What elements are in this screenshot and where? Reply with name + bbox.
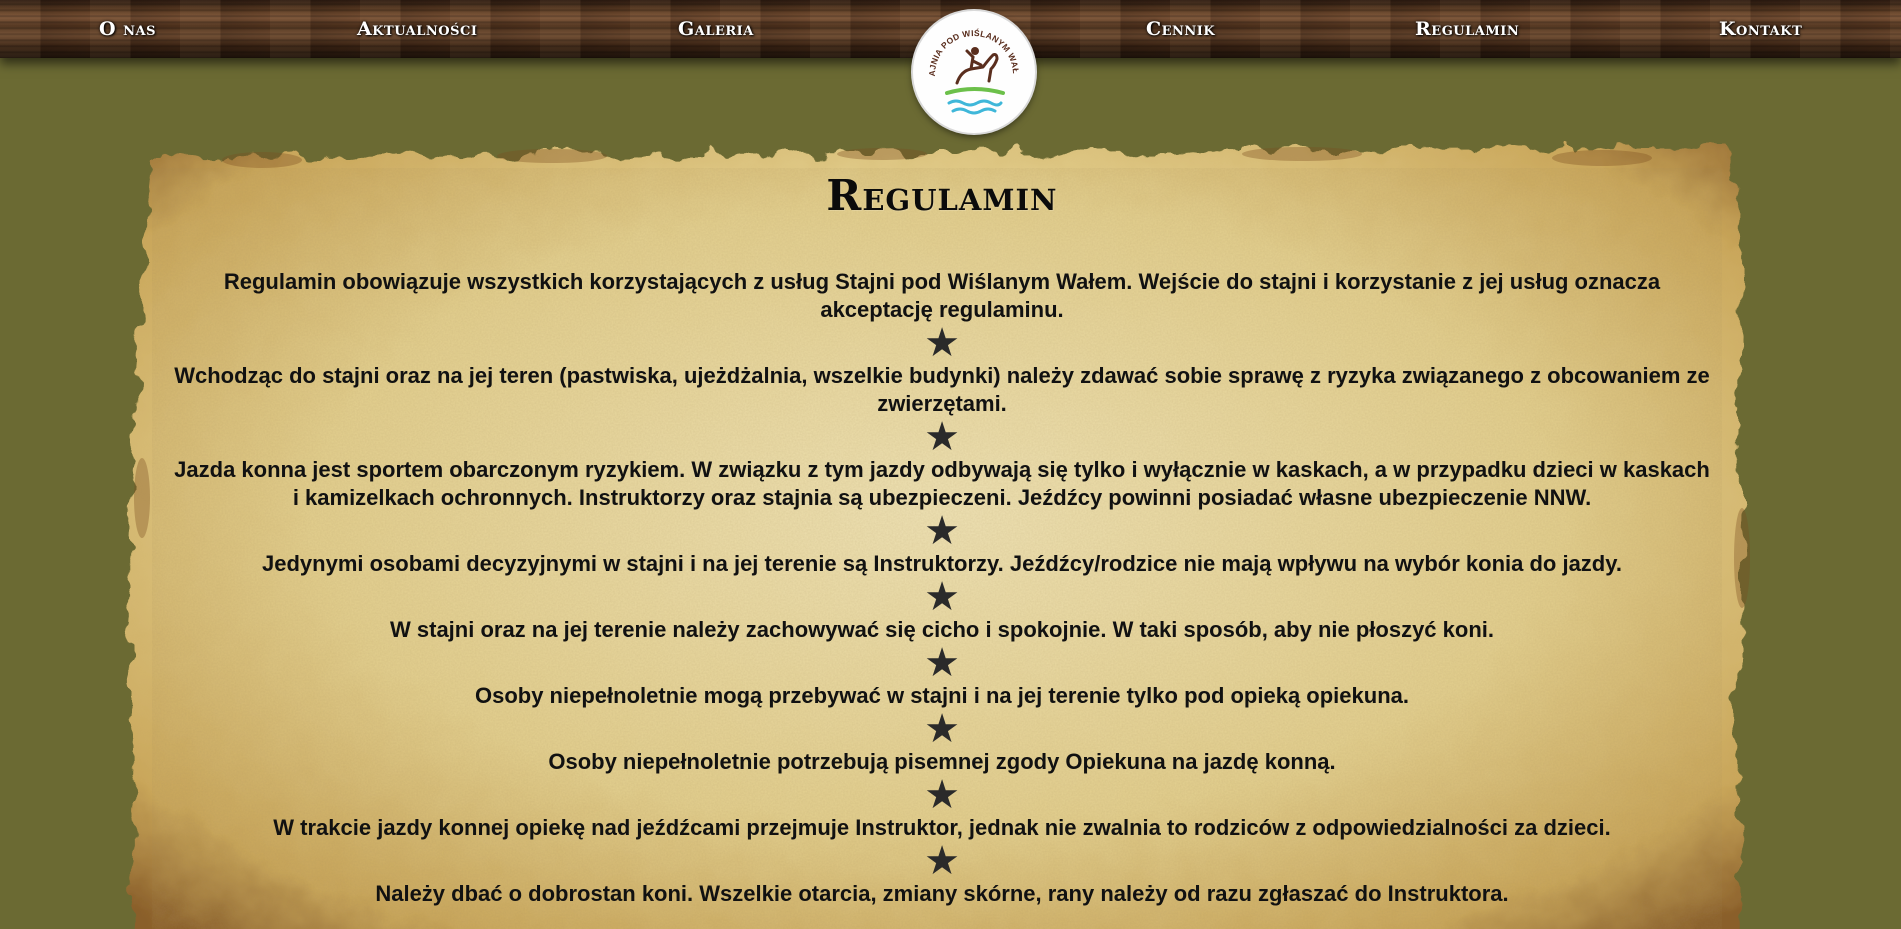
nav-link-galeria[interactable]: Galeria [678,18,754,40]
star-icon: ★ [924,640,960,686]
star-icon: ★ [924,838,960,884]
rules-list: Regulamin obowiązuje wszystkich korzysta… [162,268,1722,908]
nav-link-o-nas[interactable]: O nas [99,18,156,40]
star-icon: ★ [924,508,960,554]
rule-item: Regulamin obowiązuje wszystkich korzysta… [223,269,1661,322]
rule-item: Należy dbać o dobrostan koni. Wszelkie o… [375,881,1509,906]
rule-item: Jazda konna jest sportem obarczonym ryzy… [174,457,1710,510]
svg-text:STAJNIA POD WIŚLANYM WAŁEM: STAJNIA POD WIŚLANYM WAŁEM [913,11,1021,77]
logo-arc-text: STAJNIA POD WIŚLANYM WAŁEM [913,11,1021,77]
horse-rider-logo-icon: STAJNIA POD WIŚLANYM WAŁEM [913,11,1021,115]
star-icon: ★ [924,574,960,620]
nav-link-aktualnosci[interactable]: Aktualności [357,18,477,40]
stable-logo[interactable]: STAJNIA POD WIŚLANYM WAŁEM [913,11,1035,133]
parchment-panel: Regulamin Regulamin obowiązuje wszystkic… [122,138,1762,929]
rule-item: Wchodząc do stajni oraz na jej teren (pa… [174,363,1710,416]
star-icon: ★ [924,772,960,818]
nav-link-kontakt[interactable]: Kontakt [1719,18,1802,40]
page: O nas Aktualności Galeria Cennik Regulam… [0,0,1901,929]
page-title: Regulamin [826,171,1058,220]
nav-link-regulamin[interactable]: Regulamin [1415,18,1519,40]
star-icon: ★ [924,414,960,460]
regulamin-content: Regulamin Regulamin obowiązuje wszystkic… [162,138,1722,908]
star-icon: ★ [924,320,960,366]
star-icon: ★ [924,706,960,752]
nav-link-cennik[interactable]: Cennik [1146,18,1215,40]
